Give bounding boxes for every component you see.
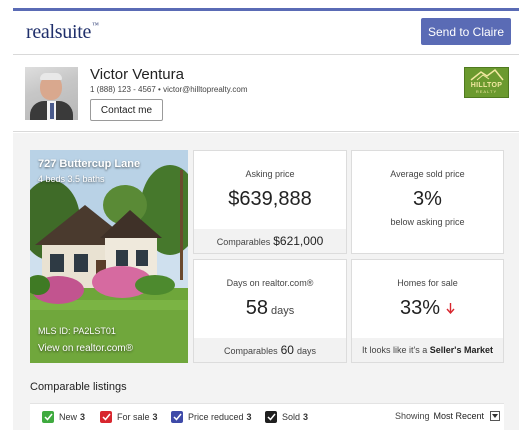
filter-sold-label: Sold (282, 412, 301, 422)
filter-for-sale-label: For sale (117, 412, 150, 422)
filter-new-count: 3 (80, 412, 86, 422)
asking-comparables-footer: Comparables $621,000 (194, 229, 346, 253)
filter-new-label: New (59, 412, 78, 422)
comparable-listings-title: Comparable listings (30, 381, 127, 393)
homes-for-sale-card: Homes for sale 33% It looks like it's a … (351, 259, 504, 363)
average-sold-price-card: Average sold price 3% below asking price (351, 150, 504, 254)
days-unit: days (271, 305, 295, 317)
brokerage-name: HILLTOP (470, 82, 503, 89)
homes-for-sale-value: 33% (399, 297, 441, 319)
homes-for-sale-value-row: 33% (352, 297, 503, 320)
brokerage-logo: HILLTOP REALTY (464, 67, 509, 98)
agent-avatar (25, 67, 78, 120)
filter-for-sale-count: 3 (152, 412, 158, 422)
comparables-filter-bar: New 3 For sale 3 Price reduced 3 Sold 3 Show… (30, 403, 504, 430)
arrow-down-icon (446, 303, 455, 315)
checkbox-checked-icon[interactable] (171, 411, 183, 423)
contact-me-button[interactable]: Contact me (90, 99, 163, 121)
asking-comparables-label: Comparables (216, 237, 271, 247)
chevron-down-icon[interactable] (490, 411, 500, 421)
asking-price-card: Asking price $639,888 Comparables $621,00… (193, 150, 347, 254)
view-on-realtor-link[interactable]: View on realtor.com® (38, 343, 133, 354)
filter-sold[interactable]: Sold 3 (265, 411, 308, 423)
market-status-footer: It looks like it's a Seller's Market (352, 338, 503, 362)
agent-contact-info: 1 (888) 123 - 4567 • victor@hilltoprealt… (90, 85, 248, 94)
days-value-row: 58 days (194, 297, 346, 320)
days-comparables-label: Comparables (224, 346, 278, 356)
main-content: 727 Buttercup Lane 4 beds 3.5 baths MLS … (13, 133, 519, 430)
logo-trademark: ™ (92, 21, 99, 29)
days-on-market-card: Days on realtor.com® 58 days Comparables 6… (193, 259, 347, 363)
filter-new[interactable]: New 3 (42, 411, 85, 423)
days-comparables-unit: days (296, 346, 316, 356)
agent-card: Victor Ventura 1 (888) 123 - 4567 • vict… (13, 54, 519, 132)
checkbox-checked-icon[interactable] (42, 411, 54, 423)
sort-dropdown[interactable]: Showing Most Recent (395, 411, 500, 421)
brokerage-sub: REALTY (475, 89, 498, 94)
filter-for-sale[interactable]: For sale 3 (100, 411, 158, 423)
average-sold-value: 3% (413, 188, 442, 210)
listing-mls-id: MLS ID: PA2LST01 (38, 326, 116, 336)
asking-price-value: $639,888 (228, 188, 312, 210)
header: realsuite™ Send to Claire (13, 11, 519, 53)
house-roof-icon (470, 69, 504, 81)
listing-beds-baths: 4 beds 3.5 baths (38, 174, 105, 184)
sort-label: Showing (394, 411, 430, 421)
days-comparables-footer: Comparables 60 days (194, 338, 346, 362)
checkbox-checked-icon[interactable] (265, 411, 277, 423)
agent-name: Victor Ventura (90, 66, 184, 83)
days-value: 58 (245, 297, 268, 319)
market-status-bold: Seller's Market (429, 345, 493, 355)
realsuite-logo: realsuite™ (26, 21, 99, 44)
filter-price-reduced-label: Price reduced (188, 412, 244, 422)
average-sold-subtext: below asking price (390, 217, 465, 227)
days-label: Days on realtor.com® (226, 278, 314, 288)
filter-price-reduced-count: 3 (246, 412, 252, 422)
days-comparables-value: 60 (280, 343, 294, 357)
send-to-button[interactable]: Send to Claire (421, 18, 511, 45)
listing-photo[interactable]: 727 Buttercup Lane 4 beds 3.5 baths MLS … (30, 150, 188, 363)
filter-sold-count: 3 (303, 412, 309, 422)
filter-price-reduced[interactable]: Price reduced 3 (171, 411, 252, 423)
asking-comparables-value: $621,000 (273, 234, 324, 248)
average-sold-label: Average sold price (390, 169, 465, 179)
market-status-text: It looks like it's a (362, 345, 428, 355)
checkbox-checked-icon[interactable] (100, 411, 112, 423)
sort-value[interactable]: Most Recent (433, 411, 484, 421)
logo-text: realsuite (26, 21, 92, 43)
listing-address: 727 Buttercup Lane (38, 158, 141, 170)
homes-for-sale-label: Homes for sale (397, 278, 458, 288)
asking-price-label: Asking price (245, 169, 295, 179)
